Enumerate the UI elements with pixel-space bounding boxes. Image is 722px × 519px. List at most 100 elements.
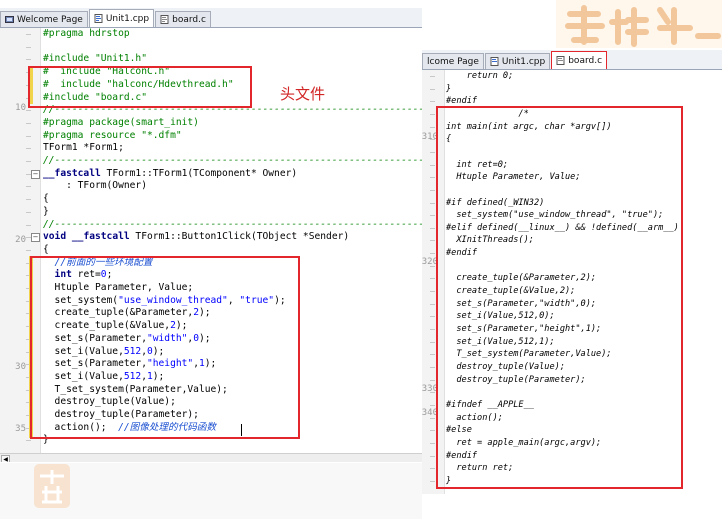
gutter-tick [430,189,435,191]
code-token: } [446,83,452,94]
gutter-tick [430,354,435,356]
cpp-file-icon [94,14,103,23]
code-line: void __fastcall TForm1::Button1Click(TOb… [43,231,349,243]
line-number: 10 [15,102,26,113]
tab-label: board.c [172,14,206,25]
gutter-tick [430,430,435,432]
gutter-tick [430,455,435,457]
code-token: __fastcall [43,167,101,179]
tab-label: lcome Page [427,56,479,67]
gutter-tick [26,440,31,442]
gutter-tick [26,249,31,251]
code-line: } [43,206,49,218]
watermark-logo-icon [556,0,722,48]
welcome-page-icon [5,16,14,23]
code-token: #pragma hdrstop [43,28,130,39]
code-token: TForm1 *Form1; [43,142,124,154]
gutter-tick [430,88,435,90]
gutter-tick [430,341,435,343]
gutter-tick [430,253,435,255]
code-line: #pragma hdrstop [43,28,130,40]
tab-label: Welcome Page [17,14,83,25]
code-token: } [43,205,49,217]
code-line: { [43,193,49,205]
gutter-tick [430,442,435,444]
gutter-tick [26,110,31,112]
horizontal-scrollbar[interactable]: ◀ [0,453,422,462]
gutter-tick [26,34,31,35]
line-number: 20 [15,235,26,245]
line-number: 35 [15,424,26,434]
code-token: TForm1::TForm1(TComponent* Owner) [100,167,298,179]
code-token: #include "Unit1.h" [43,53,147,65]
line-number: 30 [15,362,26,372]
gutter-tick [430,76,435,77]
code-line: #include "Unit1.h" [43,53,147,65]
fold-toggle-icon[interactable]: − [31,233,40,242]
tab-welcome-page[interactable]: lcome Page [422,53,484,69]
gutter-tick [430,151,435,153]
tab-unit1-cpp[interactable]: Unit1.cpp [484,53,551,69]
code-token: void [43,231,67,243]
c-file-icon [556,56,565,65]
code-token: //--------------------------------------… [43,155,422,166]
gutter-tick [430,379,435,381]
code-token: __fastcall [71,231,130,243]
tab-unit1-cpp[interactable]: Unit1.cpp [88,9,155,27]
code-line: : TForm(Owner) [43,180,147,192]
code-line: #pragma package(smart_init) [43,117,199,129]
watermark-seal-icon [34,464,70,508]
code-line: return 0; [446,70,514,82]
gutter-tick [26,186,31,188]
gutter-tick [26,199,31,201]
code-line: #pragma resource "*.dfm" [43,130,182,142]
fold-toggle-icon[interactable]: − [31,170,40,179]
gutter-tick [430,291,435,293]
code-token: //--------------------------------------… [43,218,422,230]
code-line: //--------------------------------------… [43,219,422,231]
gutter-tick [26,161,31,162]
gutter-tick [430,126,435,128]
gutter-tick [26,224,31,226]
gutter-tick [430,202,435,204]
main-function-highlight-box [436,106,683,489]
code-token: return 0; [446,71,514,81]
gutter-tick [430,177,435,179]
gutter-tick [26,122,31,124]
gutter-tick [430,404,435,406]
code-line: TForm1 *Form1; [43,142,124,154]
code-line: } [446,83,451,95]
tab-label: Unit1.cpp [105,13,150,24]
gutter-tick [26,46,31,48]
button-click-code-highlight-box [30,256,300,439]
gutter-tick [430,329,435,330]
code-token: TForm1::Button1Click(TObject *Sender) [129,231,350,243]
code-line: __fastcall TForm1::TForm1(TComponent* Ow… [43,168,297,180]
gutter-tick [430,480,435,482]
code-token: #endif [446,96,478,107]
header-includes-highlight-box [28,66,252,108]
right-tab-bar: lcome Page Unit1.cpp board.c [422,50,722,70]
code-token: : TForm(Owner) [43,180,147,192]
left-tab-bar: Welcome Page Unit1.cpp board.c [0,8,422,28]
tab-board-c[interactable]: board.c [155,11,211,27]
gutter-tick [430,215,435,217]
code-token: #pragma resource "*.dfm" [43,129,182,141]
gutter-tick [430,278,435,280]
gutter-tick [26,211,31,213]
gutter-tick [430,227,435,229]
tab-welcome-page[interactable]: Welcome Page [0,11,88,27]
gutter-tick [430,366,435,368]
code-token: { [43,193,49,205]
code-line: { [43,244,49,256]
gutter-tick [26,148,31,150]
header-files-annotation: 头文件 [280,85,326,103]
tab-label: Unit1.cpp [501,56,546,67]
gutter-tick [430,468,435,470]
gutter-tick [430,316,435,318]
c-file-icon [160,15,169,24]
scroll-left-icon[interactable]: ◀ [1,455,10,462]
gutter-tick [430,164,435,166]
gutter-tick [26,135,31,137]
tab-board-c[interactable]: board.c [551,51,608,69]
